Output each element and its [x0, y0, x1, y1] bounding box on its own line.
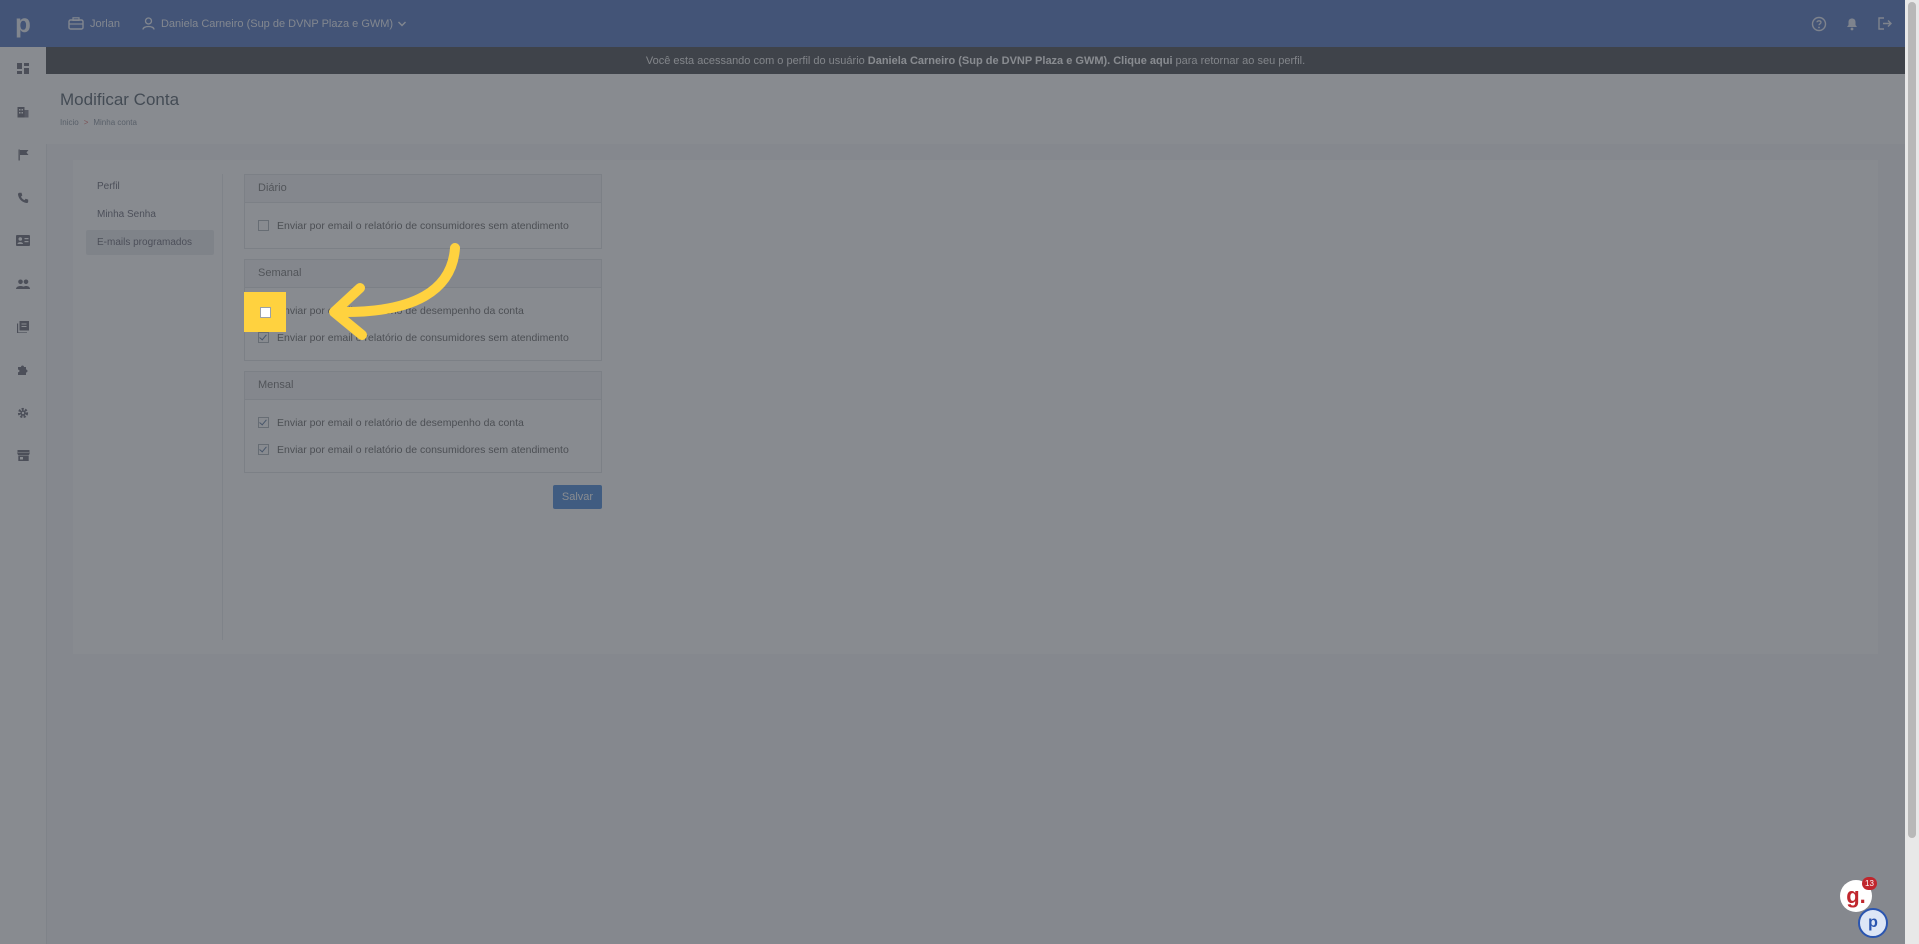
sidebar-item-phone[interactable]: [0, 176, 46, 219]
option-label: Enviar por email o relatório de desempen…: [277, 416, 524, 429]
sidebar-item-store[interactable]: [0, 434, 46, 477]
chevron-down-icon: [398, 21, 407, 26]
checkbox[interactable]: [258, 417, 269, 428]
impersonation-banner: Você esta acessando com o perfil do usuá…: [46, 47, 1905, 74]
tabs-divider: [222, 174, 223, 640]
save-button[interactable]: Salvar: [553, 485, 602, 509]
company-selector[interactable]: Jorlan: [68, 17, 120, 30]
account-settings-card: Perfil Minha Senha E-mails programados D…: [73, 160, 1878, 654]
checkbox[interactable]: [258, 444, 269, 455]
top-navbar: p Jorlan Daniela Carneiro (Sup de DVNP P…: [0, 0, 1919, 47]
dashboard-icon: [17, 63, 29, 74]
tab-emails-programados[interactable]: E-mails programados: [86, 230, 214, 255]
puzzle-icon: [18, 365, 28, 375]
help-icon[interactable]: [1811, 16, 1827, 32]
tutorial-highlight[interactable]: [244, 292, 286, 332]
option-mensal-consumidores[interactable]: Enviar por email o relatório de consumid…: [258, 436, 588, 463]
highlighted-checkbox[interactable]: [259, 306, 271, 318]
section-mensal: Mensal Enviar por email o relatório de d…: [244, 371, 602, 473]
option-label: Enviar por email o relatório de consumid…: [277, 219, 569, 232]
chat-widget-icon[interactable]: p: [1858, 908, 1888, 938]
section-title: Mensal: [245, 372, 601, 400]
sidebar-item-dashboard[interactable]: [0, 47, 46, 90]
store-icon: [16, 450, 30, 461]
checkbox[interactable]: [258, 220, 269, 231]
phone-icon: [17, 192, 29, 203]
scrollbar-thumb[interactable]: [1908, 2, 1916, 838]
impersonated-user: Daniela Carneiro (Sup de DVNP Plaza e GW…: [867, 54, 1111, 67]
company-name: Jorlan: [90, 17, 120, 30]
breadcrumb-home[interactable]: Inicio: [60, 118, 79, 127]
impersonation-suffix: para retornar ao seu perfil.: [1175, 54, 1306, 67]
sidebar-item-users[interactable]: [0, 262, 46, 305]
sidebar-item-settings[interactable]: [0, 391, 46, 434]
checkbox[interactable]: [258, 332, 269, 343]
settings-tabs: Perfil Minha Senha E-mails programados: [86, 174, 214, 258]
breadcrumb-separator-icon: >: [83, 118, 89, 127]
page-header: Modificar Conta Inicio > Minha conta: [46, 74, 1905, 144]
help-widget[interactable]: g. 13 p: [1840, 877, 1890, 938]
profile-dropdown[interactable]: Daniela Carneiro (Sup de DVNP Plaza e GW…: [142, 17, 407, 30]
sidebar: [0, 47, 47, 944]
impersonation-prefix: Você esta acessando com o perfil do usuá…: [645, 54, 865, 67]
tab-perfil[interactable]: Perfil: [86, 174, 214, 199]
sidebar-item-contacts[interactable]: [0, 219, 46, 262]
section-diario: Diário Enviar por email o relatório de c…: [244, 174, 602, 249]
building-icon: [17, 106, 29, 117]
user-icon: [142, 17, 155, 30]
option-mensal-desempenho[interactable]: Enviar por email o relatório de desempen…: [258, 409, 588, 436]
logout-icon[interactable]: [1877, 16, 1893, 31]
flag-icon: [18, 149, 28, 160]
contact-card-icon: [16, 235, 30, 246]
sidebar-item-flag[interactable]: [0, 133, 46, 176]
profile-name: Daniela Carneiro (Sup de DVNP Plaza e GW…: [160, 17, 394, 30]
sidebar-item-library[interactable]: [0, 305, 46, 348]
tutorial-arrow-icon: [329, 243, 460, 340]
gear-icon: [17, 407, 29, 418]
book-icon: [17, 320, 29, 333]
sidebar-item-building[interactable]: [0, 90, 46, 133]
breadcrumb: Inicio > Minha conta: [60, 118, 137, 127]
page-scrollbar[interactable]: [1905, 0, 1919, 944]
sidebar-item-integrations[interactable]: [0, 348, 46, 391]
briefcase-icon: [68, 17, 84, 30]
app-logo[interactable]: p: [0, 0, 46, 47]
return-profile-link[interactable]: Clique aqui: [1113, 55, 1172, 67]
breadcrumb-current: Minha conta: [93, 118, 137, 127]
notification-badge: 13: [1862, 877, 1877, 890]
page-title: Modificar Conta: [60, 90, 180, 109]
bell-icon[interactable]: [1845, 16, 1859, 31]
option-diario-consumidores[interactable]: Enviar por email o relatório de consumid…: [258, 212, 588, 239]
option-label: Enviar por email o relatório de consumid…: [277, 443, 569, 456]
section-title: Diário: [245, 175, 601, 203]
users-icon: [16, 279, 30, 289]
tab-minha-senha[interactable]: Minha Senha: [86, 202, 214, 227]
